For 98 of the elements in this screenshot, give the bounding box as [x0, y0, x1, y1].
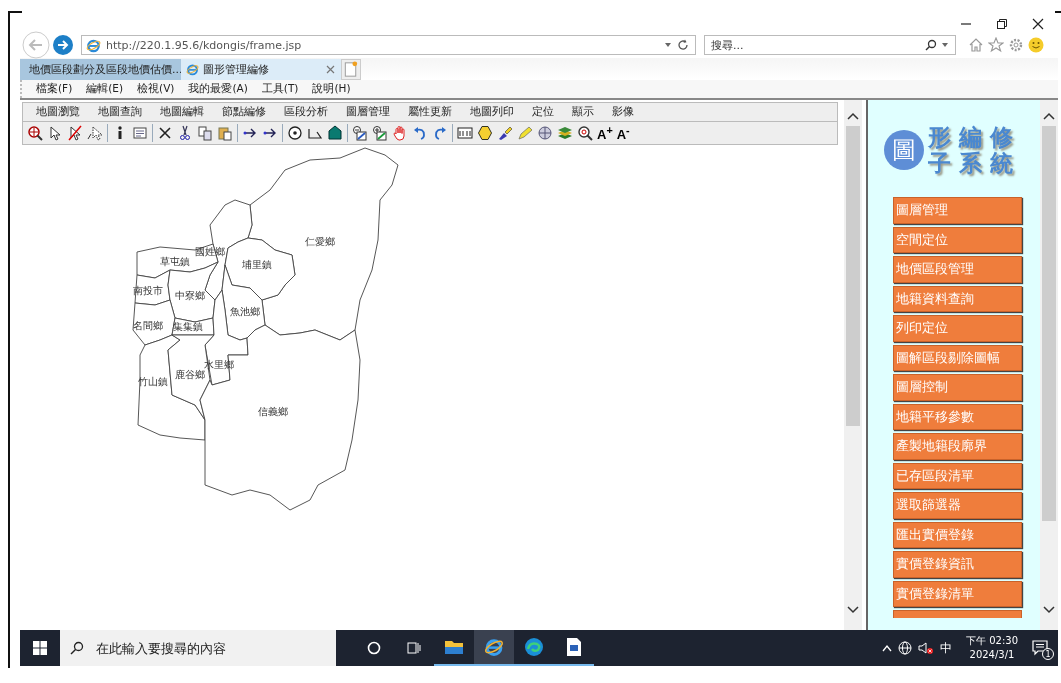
- swirl-icon: [524, 637, 544, 657]
- chevron-up-icon[interactable]: [882, 644, 892, 652]
- district-label: 中寮鄉: [175, 290, 205, 301]
- menu-item[interactable]: 檔案(F): [36, 82, 73, 96]
- app-menu-item[interactable]: 影像: [603, 105, 643, 119]
- forward-icon[interactable]: [52, 34, 74, 56]
- edit-minus-icon[interactable]: [352, 125, 368, 141]
- app-menu-item[interactable]: 地圖查詢: [89, 105, 151, 119]
- menu-item[interactable]: 編輯(E): [86, 82, 124, 96]
- app-menu-item[interactable]: 圖層管理: [337, 105, 399, 119]
- dropdown-icon[interactable]: [664, 42, 672, 48]
- app-menu-item[interactable]: 地圖瀏覽: [27, 105, 89, 119]
- district-label: 名間鄉: [133, 320, 163, 331]
- ie-logo-icon: [484, 637, 504, 657]
- pointer-cross-icon[interactable]: [67, 125, 83, 141]
- settings-icon[interactable]: [1008, 37, 1024, 53]
- undo-icon[interactable]: [412, 125, 428, 141]
- search-icon[interactable]: [925, 39, 937, 51]
- scrollbar[interactable]: [1040, 100, 1058, 630]
- district-label: 竹山鎮: [138, 376, 168, 387]
- district-label: 集集鎮: [173, 321, 203, 332]
- notification-count: 1: [1042, 648, 1054, 660]
- hand-icon[interactable]: [392, 125, 408, 141]
- district-label: 信義鄉: [258, 406, 288, 417]
- magnifier-icon[interactable]: [577, 125, 593, 141]
- menu-item[interactable]: 我的最愛(A): [188, 82, 248, 96]
- app-menu-item[interactable]: 顯示: [563, 105, 603, 119]
- taskbar-search-box[interactable]: 在此輸入要搜尋的內容: [60, 630, 336, 666]
- brush-icon[interactable]: [497, 125, 513, 141]
- scroll-up-icon[interactable]: [1043, 112, 1056, 120]
- smiley-icon[interactable]: [1028, 37, 1044, 53]
- scroll-up-icon[interactable]: [846, 112, 859, 120]
- ie-logo-icon: [86, 37, 101, 53]
- tab-label: 圖形管理編修: [203, 62, 270, 77]
- logo-text: 子 系 統: [928, 150, 1014, 176]
- close-icon[interactable]: [1032, 17, 1044, 30]
- app-menu-item[interactable]: 定位: [523, 105, 563, 119]
- star-icon[interactable]: [988, 37, 1004, 53]
- task-view-icon[interactable]: [407, 641, 421, 655]
- app-menu-item[interactable]: 地圖列印: [461, 105, 523, 119]
- address-field[interactable]: http://220.1.95.6/kdongis/frame.jsp: [81, 35, 696, 55]
- point-icon[interactable]: [287, 125, 303, 141]
- district-label: 鹿谷鄉: [175, 369, 205, 380]
- refresh-icon[interactable]: [677, 39, 689, 51]
- hexagon-icon[interactable]: [477, 125, 493, 141]
- edit-plus-icon[interactable]: [372, 125, 388, 141]
- app-menu-item[interactable]: 區段分析: [275, 105, 337, 119]
- app-menu-item[interactable]: 節點編修: [213, 105, 275, 119]
- browser-tab[interactable]: 地價區段劃分及區段地價估價...: [20, 59, 181, 80]
- district-label: 埔里鎮: [242, 259, 272, 270]
- district-label: 草屯鎮: [160, 256, 190, 267]
- district-label: 魚池鄉: [230, 306, 260, 317]
- zoom-icon[interactable]: [27, 125, 43, 141]
- document-icon: [566, 637, 582, 657]
- speaker-muted-icon[interactable]: [918, 641, 934, 655]
- scroll-down-icon[interactable]: [846, 606, 859, 614]
- scroll-thumb[interactable]: [845, 126, 860, 426]
- tab-label: 地價區段劃分及區段地價估價...: [29, 62, 183, 77]
- logo-badge: 圖: [884, 130, 925, 170]
- pointer-icon[interactable]: [47, 125, 63, 141]
- scroll-thumb[interactable]: [1042, 126, 1057, 521]
- district-label: 南投市: [133, 285, 163, 296]
- search-icon: [70, 641, 84, 655]
- clock-date: 2024/3/1: [969, 648, 1015, 662]
- dropdown-icon[interactable]: [941, 42, 949, 48]
- folder-icon: [444, 639, 464, 655]
- search-box[interactable]: 搜尋...: [704, 35, 956, 55]
- paste-icon[interactable]: [217, 125, 233, 141]
- scissors-icon[interactable]: [177, 125, 193, 141]
- font-size-button[interactable]: A$^{+}$: [597, 124, 613, 142]
- menu-item[interactable]: 工具(T): [261, 82, 299, 96]
- app-menu-item[interactable]: 屬性更新: [399, 105, 461, 119]
- scroll-down-icon[interactable]: [1043, 606, 1056, 614]
- taskbar-search-field[interactable]: 在此輸入要搜尋的內容: [94, 639, 336, 657]
- redo-icon[interactable]: [432, 125, 448, 141]
- delete-icon[interactable]: [157, 125, 173, 141]
- notification-icon[interactable]: [1032, 640, 1048, 656]
- browser-tab[interactable]: 圖形管理編修: [181, 59, 341, 80]
- circle-icon[interactable]: [367, 641, 381, 655]
- font-size-button[interactable]: A$^{-}$: [616, 124, 630, 142]
- windows-logo-icon: [33, 641, 47, 655]
- scrollbar[interactable]: [844, 100, 862, 630]
- ie-logo-icon: [186, 63, 199, 76]
- menu-item[interactable]: 檢視(V): [137, 82, 175, 96]
- copy-icon[interactable]: [197, 125, 213, 141]
- pointer-dots-icon[interactable]: [87, 125, 103, 141]
- ime-indicator[interactable]: 中: [940, 639, 952, 657]
- home-icon[interactable]: [968, 37, 984, 53]
- form-icon[interactable]: [132, 125, 148, 141]
- layers-icon[interactable]: [557, 125, 573, 141]
- district-label: 仁愛鄉: [305, 236, 335, 247]
- polygon-icon[interactable]: [327, 125, 343, 141]
- menu-item[interactable]: 說明(H): [312, 82, 351, 96]
- clock-time: 下午 02:30: [966, 634, 1018, 648]
- app-menu-item[interactable]: 地圖編輯: [151, 105, 213, 119]
- district-label: 國姓鄉: [195, 246, 225, 257]
- restore-icon[interactable]: [996, 17, 1008, 30]
- logo-text: 形 編 修: [928, 124, 1014, 150]
